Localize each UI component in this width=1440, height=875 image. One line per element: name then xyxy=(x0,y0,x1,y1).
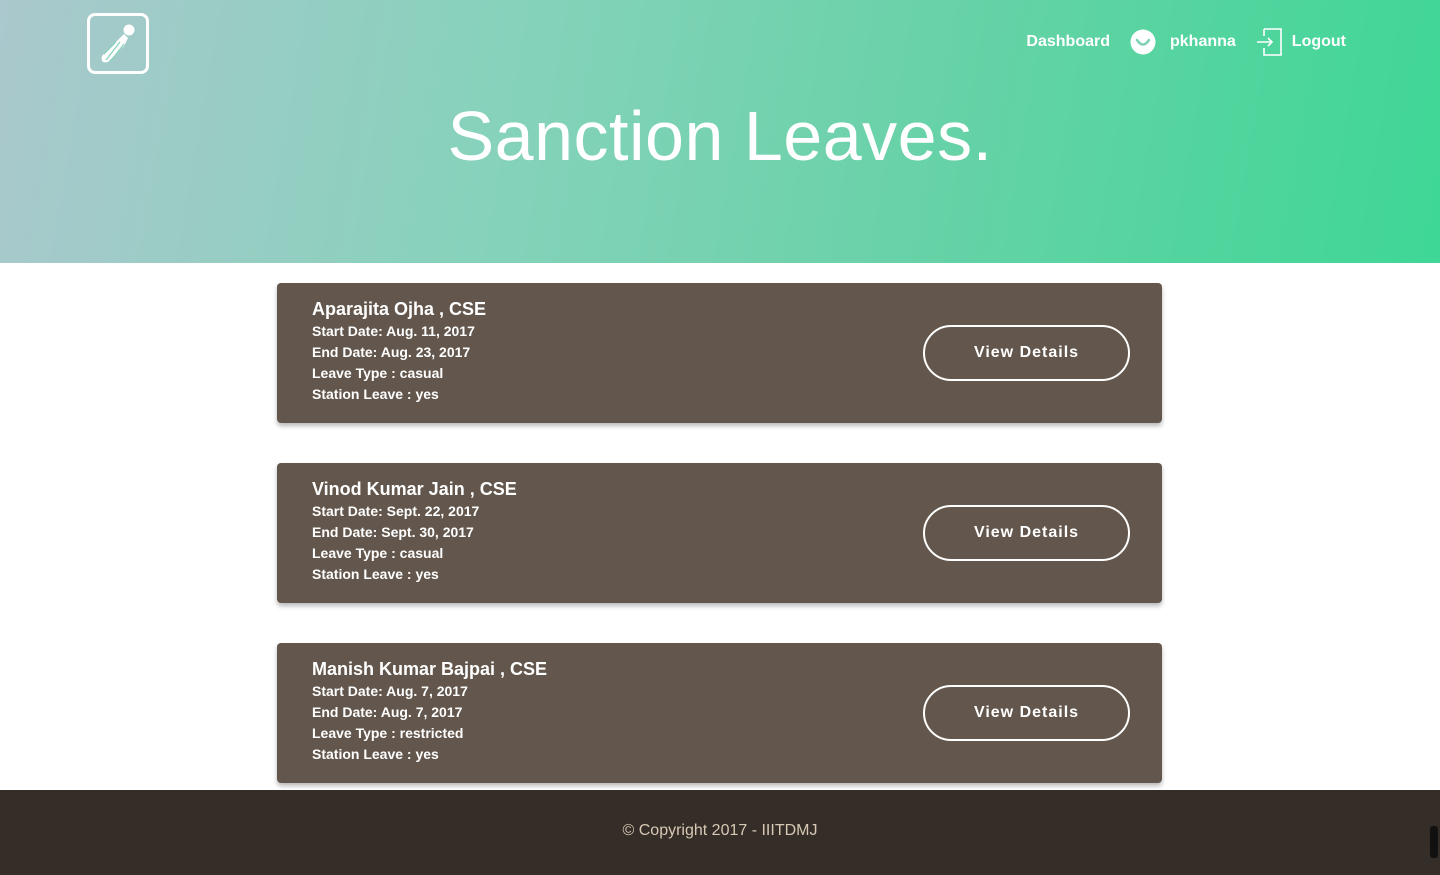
nav-user-link[interactable]: pkhanna xyxy=(1130,29,1236,55)
leave-type: Leave Type : casual xyxy=(312,365,444,381)
nav-logout-label: Logout xyxy=(1291,33,1346,50)
site-logo[interactable] xyxy=(87,13,149,74)
scrollbar-thumb[interactable] xyxy=(1430,826,1438,858)
view-details-button[interactable]: View Details xyxy=(923,325,1130,381)
nav-logout-link[interactable]: Logout xyxy=(1256,28,1346,56)
shuttlecock-logo-icon xyxy=(101,24,135,63)
leave-type: Leave Type : casual xyxy=(312,545,444,561)
page-title: Sanction Leaves. xyxy=(447,97,993,175)
leave-card: Manish Kumar Bajpai , CSE Start Date: Au… xyxy=(277,643,1162,783)
copyright-text: © Copyright 2017 - IIITDMJ xyxy=(622,822,818,839)
employee-name: Vinod Kumar Jain , CSE xyxy=(312,479,517,499)
station-leave: Station Leave : yes xyxy=(312,746,439,762)
logout-icon xyxy=(1256,28,1282,56)
end-date: End Date: Aug. 23, 2017 xyxy=(312,344,471,360)
start-date: Start Date: Aug. 11, 2017 xyxy=(312,323,475,339)
view-details-button[interactable]: View Details xyxy=(923,685,1130,741)
user-avatar-icon xyxy=(1130,29,1156,55)
leave-info: Vinod Kumar Jain , CSE Start Date: Sept.… xyxy=(312,477,517,585)
nav-username: pkhanna xyxy=(1170,33,1236,50)
nav-dashboard-link[interactable]: Dashboard xyxy=(1026,33,1110,51)
hero-header: Dashboard pkhanna Logout Sanction Leaves… xyxy=(0,0,1440,263)
end-date: End Date: Aug. 7, 2017 xyxy=(312,704,463,720)
leave-type: Leave Type : restricted xyxy=(312,725,464,741)
top-nav: Dashboard pkhanna Logout xyxy=(1026,26,1346,58)
view-details-button[interactable]: View Details xyxy=(923,505,1130,561)
end-date: End Date: Sept. 30, 2017 xyxy=(312,524,474,540)
leave-card: Vinod Kumar Jain , CSE Start Date: Sept.… xyxy=(277,463,1162,603)
employee-name: Manish Kumar Bajpai , CSE xyxy=(312,659,548,679)
leave-info: Aparajita Ojha , CSE Start Date: Aug. 11… xyxy=(312,297,486,405)
station-leave: Station Leave : yes xyxy=(312,386,439,402)
start-date: Start Date: Aug. 7, 2017 xyxy=(312,683,468,699)
start-date: Start Date: Sept. 22, 2017 xyxy=(312,503,480,519)
page: Dashboard pkhanna Logout Sanction Leaves… xyxy=(0,0,1440,875)
leave-info: Manish Kumar Bajpai , CSE Start Date: Au… xyxy=(312,657,547,765)
page-footer: © Copyright 2017 - IIITDMJ xyxy=(0,790,1440,875)
leave-card: Aparajita Ojha , CSE Start Date: Aug. 11… xyxy=(277,283,1162,423)
employee-name: Aparajita Ojha , CSE xyxy=(312,299,487,319)
station-leave: Station Leave : yes xyxy=(312,566,439,582)
